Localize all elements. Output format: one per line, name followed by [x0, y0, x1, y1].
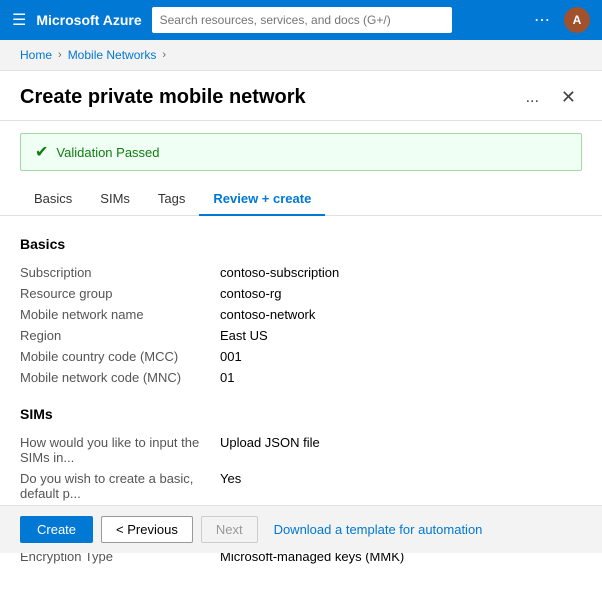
value-resource-group[interactable]: contoso-rg — [220, 283, 582, 304]
automation-link[interactable]: Download a template for automation — [274, 522, 483, 537]
page-header: Create private mobile network ... ✕ — [0, 71, 602, 121]
page-close-button[interactable]: ✕ — [555, 85, 582, 110]
label-subscription: Subscription — [20, 262, 220, 283]
page-title: Create private mobile network — [20, 86, 520, 109]
table-row: Region East US — [20, 325, 582, 346]
value-create-profile: Yes — [220, 468, 582, 504]
topbar: ☰ Microsoft Azure ⋯ A — [0, 0, 602, 40]
table-row: Mobile network name contoso-network — [20, 304, 582, 325]
label-create-profile: Do you wish to create a basic, default p… — [20, 468, 220, 504]
validation-icon: ✔ — [35, 142, 48, 162]
tab-tags[interactable]: Tags — [144, 183, 199, 216]
validation-text: Validation Passed — [56, 145, 159, 160]
tab-basics[interactable]: Basics — [20, 183, 86, 216]
next-button: Next — [201, 516, 258, 543]
search-input[interactable] — [152, 7, 452, 33]
value-subscription: contoso-subscription — [220, 262, 582, 283]
breadcrumb: Home › Mobile Networks › — [0, 40, 602, 71]
label-mcc: Mobile country code (MCC) — [20, 346, 220, 367]
value-mcc: 001 — [220, 346, 582, 367]
footer: Create < Previous Next Download a templa… — [0, 505, 602, 553]
label-region: Region — [20, 325, 220, 346]
tab-review-create[interactable]: Review + create — [199, 183, 325, 216]
topbar-right: ⋯ A — [534, 7, 590, 33]
previous-button[interactable]: < Previous — [101, 516, 193, 543]
value-mnc[interactable]: 01 — [220, 367, 582, 388]
page-more-button[interactable]: ... — [520, 87, 545, 109]
label-mnc: Mobile network code (MNC) — [20, 367, 220, 388]
value-region: East US — [220, 325, 582, 346]
validation-banner: ✔ Validation Passed — [20, 133, 582, 171]
avatar[interactable]: A — [564, 7, 590, 33]
basics-section-title: Basics — [20, 236, 582, 252]
page: Create private mobile network ... ✕ ✔ Va… — [0, 71, 602, 614]
hamburger-icon[interactable]: ☰ — [12, 10, 26, 30]
tabs: Basics SIMs Tags Review + create — [0, 183, 602, 216]
table-row: Mobile network code (MNC) 01 — [20, 367, 582, 388]
create-button[interactable]: Create — [20, 516, 93, 543]
app-logo: Microsoft Azure — [36, 12, 141, 28]
label-network-name: Mobile network name — [20, 304, 220, 325]
table-row: How would you like to input the SIMs in.… — [20, 432, 582, 468]
breadcrumb-sep-2: › — [162, 49, 166, 61]
label-resource-group: Resource group — [20, 283, 220, 304]
table-row: Do you wish to create a basic, default p… — [20, 468, 582, 504]
page-header-actions: ... ✕ — [520, 85, 582, 110]
breadcrumb-home[interactable]: Home — [20, 48, 52, 62]
label-sims-input: How would you like to input the SIMs in.… — [20, 432, 220, 468]
breadcrumb-mobile-networks[interactable]: Mobile Networks — [68, 48, 157, 62]
basics-table: Subscription contoso-subscription Resour… — [20, 262, 582, 388]
value-network-name: contoso-network — [220, 304, 582, 325]
value-sims-input: Upload JSON file — [220, 432, 582, 468]
table-row: Subscription contoso-subscription — [20, 262, 582, 283]
tab-sims[interactable]: SIMs — [86, 183, 144, 216]
sims-section-title: SIMs — [20, 406, 582, 422]
table-row: Mobile country code (MCC) 001 — [20, 346, 582, 367]
table-row: Resource group contoso-rg — [20, 283, 582, 304]
breadcrumb-sep-1: › — [58, 49, 62, 61]
topbar-more-icon[interactable]: ⋯ — [534, 10, 552, 30]
